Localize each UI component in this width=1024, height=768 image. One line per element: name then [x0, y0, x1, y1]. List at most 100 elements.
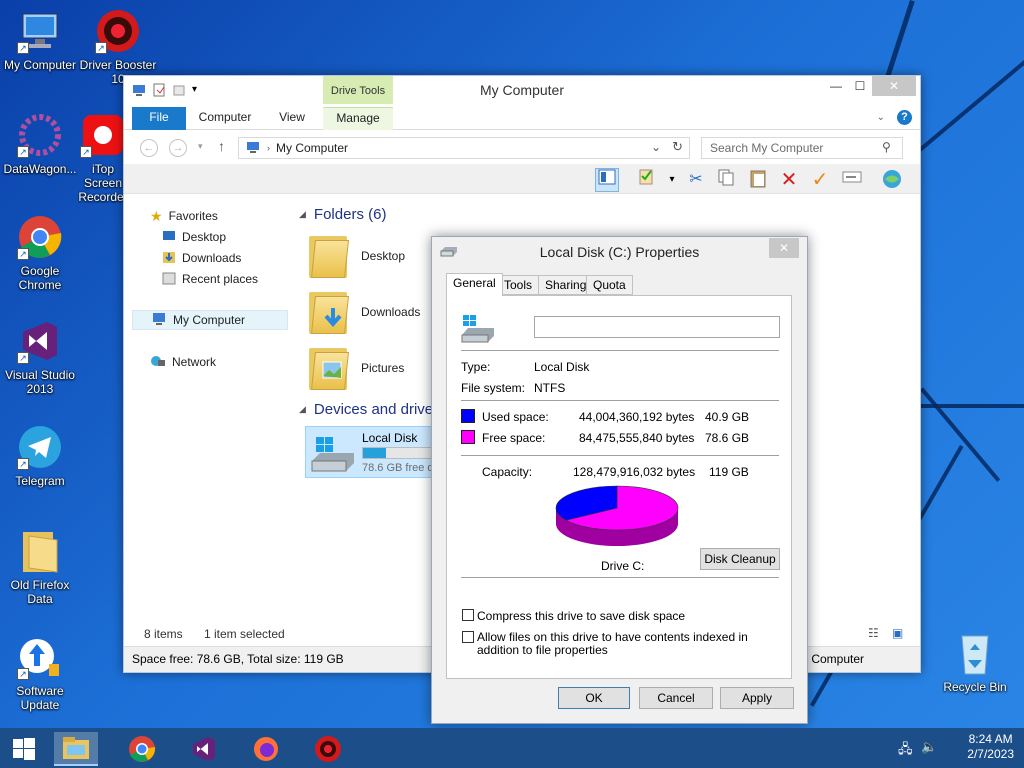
- nav-favorites[interactable]: ★ Favorites: [150, 206, 218, 226]
- properties-icon[interactable]: [634, 168, 658, 192]
- apply-button[interactable]: Apply: [720, 687, 794, 709]
- address-dropdown-icon[interactable]: ⌄: [651, 140, 661, 154]
- hard-drive-icon: [310, 435, 356, 476]
- nav-recent-places[interactable]: Recent places: [162, 269, 258, 289]
- minimize-button[interactable]: —: [824, 76, 848, 96]
- datawagon-icon: ↗: [17, 112, 63, 158]
- volume-label-input[interactable]: [534, 316, 780, 338]
- network-tray-icon[interactable]: 🖧: [898, 740, 913, 762]
- selection-count: 1 item selected: [204, 627, 285, 641]
- expand-ribbon-icon[interactable]: ⌄: [877, 112, 885, 123]
- compress-checkbox[interactable]: [462, 609, 474, 621]
- used-space-label: Used space:: [482, 410, 549, 424]
- refresh-icon[interactable]: ↻: [672, 139, 683, 155]
- index-checkbox[interactable]: [462, 631, 474, 643]
- paste-icon[interactable]: [746, 168, 770, 192]
- rename-icon[interactable]: [840, 168, 864, 192]
- disk-cleanup-button[interactable]: Disk Cleanup: [700, 548, 780, 570]
- dialog-close-button[interactable]: ✕: [769, 238, 799, 258]
- space-info: Space free: 78.6 GB, Total size: 119 GB: [132, 652, 344, 666]
- cut-icon[interactable]: ✂: [684, 168, 708, 192]
- up-button[interactable]: ↑: [218, 138, 225, 154]
- tab-computer[interactable]: Computer: [192, 107, 258, 130]
- globe-icon[interactable]: [880, 168, 904, 192]
- desktop-icon-datawagon[interactable]: ↗ DataWagon...: [0, 112, 80, 176]
- tab-tools[interactable]: Tools: [497, 275, 540, 295]
- help-icon[interactable]: ?: [897, 110, 912, 125]
- desktop-icon-old-firefox-data[interactable]: Old Firefox Data: [0, 528, 80, 606]
- cancel-button[interactable]: Cancel: [639, 687, 713, 709]
- chrome-icon: ↗: [17, 214, 63, 260]
- nav-network[interactable]: Network: [150, 352, 216, 372]
- folder-item[interactable]: Pictures: [309, 342, 404, 394]
- delete-icon[interactable]: ✕: [777, 168, 801, 192]
- start-button[interactable]: [2, 732, 46, 766]
- computer-small-icon: [245, 140, 261, 157]
- tab-general[interactable]: General: [446, 273, 503, 296]
- used-space-swatch: [461, 409, 475, 423]
- nav-desktop[interactable]: Desktop: [162, 227, 226, 247]
- folders-group-header[interactable]: ◢ Folders (6): [299, 206, 386, 223]
- drive-item-local-disk[interactable]: Local Disk (C:) 78.6 GB free of 119 GB: [305, 426, 433, 478]
- properties-dialog[interactable]: Local Disk (C:) Properties ✕ General Too…: [431, 236, 808, 724]
- command-toolbar: ▾ ✂ ✕ ✓: [124, 164, 920, 194]
- folder-icon: [309, 234, 349, 278]
- search-input[interactable]: Search My Computer: [701, 137, 903, 159]
- clock[interactable]: 8:24 AM 2/7/2023: [967, 732, 1014, 762]
- forward-button[interactable]: →: [169, 139, 187, 157]
- breadcrumb[interactable]: My Computer: [276, 141, 348, 155]
- address-bar[interactable]: › My Computer ⌄ ↻: [238, 137, 690, 159]
- recycle-bin-icon: [952, 630, 998, 676]
- divider: [461, 455, 779, 456]
- folder-item[interactable]: Desktop: [309, 230, 405, 282]
- address-row: ← → ▾ ↑ › My Computer ⌄ ↻ Search My Comp…: [124, 130, 920, 164]
- desktop-icon-recycle-bin[interactable]: Recycle Bin: [935, 630, 1015, 694]
- desktop-icon-chrome[interactable]: ↗ Google Chrome: [0, 214, 80, 292]
- free-space-bytes: 84,475,555,840 bytes: [579, 431, 695, 445]
- desktop-icon-label: iTop Screen Recorder: [78, 162, 128, 204]
- taskbar-chrome[interactable]: [120, 732, 164, 766]
- nav-my-computer[interactable]: My Computer: [132, 310, 288, 330]
- taskbar-driver-booster[interactable]: [306, 732, 350, 766]
- taskbar-firefox[interactable]: [244, 732, 288, 766]
- tab-manage[interactable]: Manage: [323, 107, 393, 130]
- desktop-icon-itop[interactable]: ↗ iTop Screen Recorder: [78, 112, 128, 204]
- desktop-icon-label: DataWagon...: [3, 162, 77, 176]
- maximize-button[interactable]: ☐: [848, 76, 872, 96]
- title-bar[interactable]: ▾ Drive Tools My Computer — ☐ ✕: [124, 76, 920, 104]
- clock-date: 2/7/2023: [967, 747, 1014, 761]
- general-panel: Type: Local Disk File system: NTFS Used …: [446, 295, 792, 679]
- copy-icon[interactable]: [714, 168, 738, 192]
- downloads-icon: [162, 250, 176, 267]
- tab-view[interactable]: View: [272, 107, 312, 130]
- recent-locations-icon[interactable]: ▾: [198, 141, 203, 152]
- folder-item[interactable]: Downloads: [309, 286, 420, 338]
- taskbar-explorer[interactable]: [54, 732, 98, 766]
- desktop-icon-my-computer[interactable]: ↗ My Computer: [0, 8, 80, 72]
- breadcrumb-separator-icon: ›: [267, 143, 270, 153]
- preview-pane-icon[interactable]: [595, 168, 619, 192]
- close-button[interactable]: ✕: [872, 76, 916, 96]
- desktop-icon-label: Google Chrome: [18, 264, 62, 292]
- window-title: My Computer: [479, 82, 565, 98]
- chevron-down-icon[interactable]: ▾: [660, 168, 684, 192]
- drive-caption: Drive C:: [601, 559, 645, 573]
- drive-usage-fill: [363, 448, 387, 458]
- search-icon[interactable]: ⚲: [882, 140, 891, 154]
- desktop-icon-label: Recycle Bin: [943, 680, 1007, 694]
- desktop-icon-software-update[interactable]: ↗ Software Update: [0, 634, 80, 712]
- divider: [461, 577, 779, 578]
- ok-button[interactable]: OK: [558, 687, 630, 709]
- desktop-icon-visual-studio[interactable]: ↗ Visual Studio 2013: [0, 318, 80, 396]
- large-icons-view-icon[interactable]: ▣: [892, 626, 903, 640]
- nav-downloads[interactable]: Downloads: [162, 248, 241, 268]
- tab-file[interactable]: File: [132, 107, 186, 130]
- checkmark-icon[interactable]: ✓: [808, 168, 832, 192]
- desktop-icon-telegram[interactable]: ↗ Telegram: [0, 424, 80, 488]
- volume-icon[interactable]: 🔈: [921, 739, 937, 755]
- devices-group-header[interactable]: ◢ Devices and drives: [299, 401, 441, 418]
- tab-quota[interactable]: Quota: [586, 275, 633, 295]
- taskbar-visual-studio[interactable]: [182, 732, 226, 766]
- details-view-icon[interactable]: ☷: [868, 626, 879, 640]
- back-button[interactable]: ←: [140, 139, 158, 157]
